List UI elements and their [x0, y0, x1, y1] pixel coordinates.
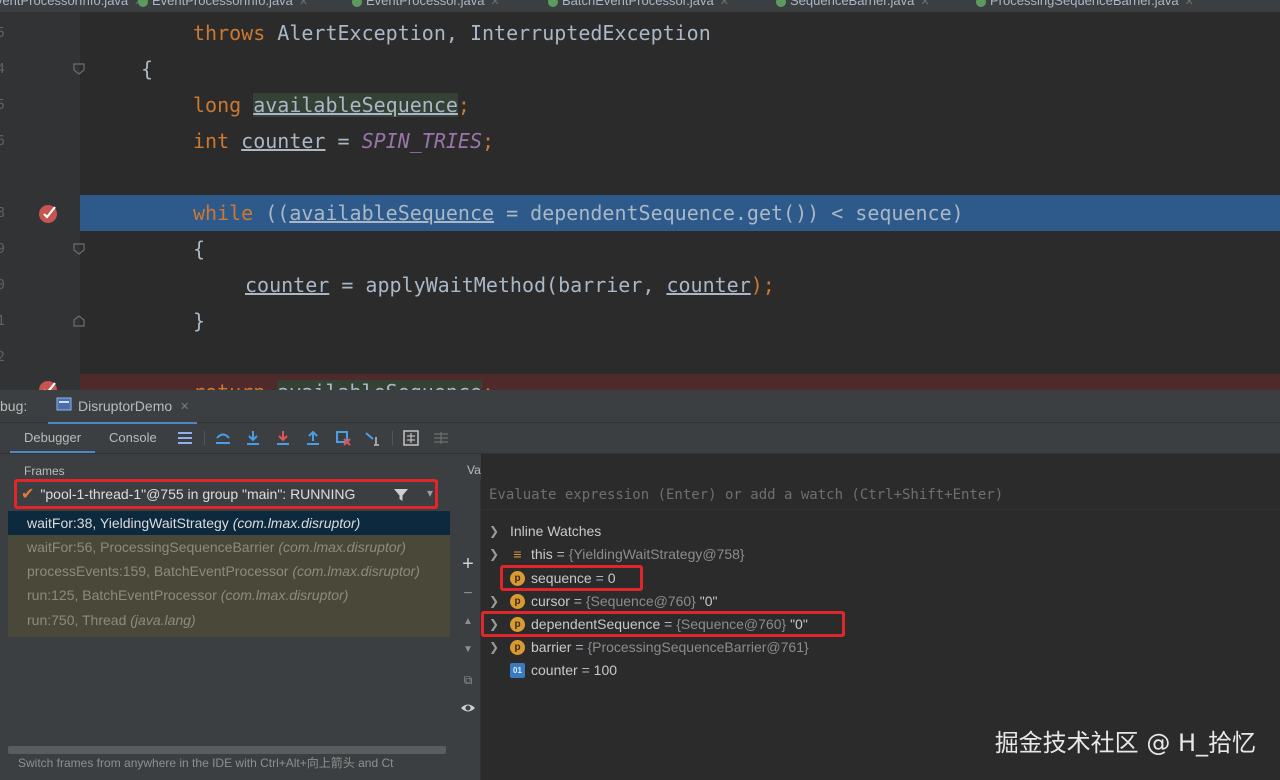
move-up-icon[interactable]: ▲ [460, 614, 476, 630]
copy-icon[interactable]: ⧉ [460, 672, 476, 688]
debugger-toolbar: Debugger Console [0, 423, 1280, 454]
line-number: 1 [0, 314, 5, 329]
horizontal-scrollbar[interactable] [8, 746, 446, 754]
code-line[interactable]: } [80, 303, 1280, 339]
move-down-icon[interactable]: ▼ [460, 642, 476, 658]
local-variable-icon: 01 [510, 663, 525, 678]
watermark: 掘金技术社区 @ H_拾忆 [994, 729, 1256, 757]
parameter-icon: p [510, 640, 525, 655]
line-number: 9 [0, 242, 5, 257]
editor-gutter[interactable]: 5 4 5 6 8 9 0 1 2 [0, 12, 85, 390]
toolbar-separator [204, 431, 205, 445]
editor-tab[interactable]: SequenceBarrier.java ✕ [776, 0, 930, 8]
java-file-icon [138, 0, 148, 7]
line-number: 8 [0, 206, 5, 221]
line-number: 4 [0, 62, 5, 77]
checkmark-icon: ✔ [21, 486, 35, 503]
chevron-right-icon[interactable]: ❯ [489, 636, 499, 659]
current-execution-line[interactable]: while ((availableSequence = dependentSeq… [80, 195, 1280, 231]
remove-watch-icon[interactable]: − [460, 586, 476, 602]
chevron-right-icon[interactable]: ❯ [489, 590, 499, 613]
status-hint: Switch frames from anywhere in the IDE w… [18, 756, 394, 770]
frame-item[interactable]: processEvents:159, BatchEventProcessor (… [8, 559, 450, 583]
evaluate-expression-icon[interactable] [402, 429, 420, 447]
breakpoint-icon[interactable] [38, 202, 60, 224]
variable-row[interactable]: ❯ p barrier = {ProcessingSequenceBarrier… [481, 636, 1181, 659]
step-over-icon[interactable] [244, 429, 262, 447]
breakpoint-line[interactable]: return availableSequence; [80, 374, 1280, 390]
line-number: 2 [0, 350, 5, 365]
java-file-icon [976, 0, 986, 7]
annotation-box [500, 565, 643, 591]
frame-list: waitFor:38, YieldingWaitStrategy (com.lm… [8, 511, 450, 637]
show-execution-point-icon[interactable] [214, 429, 232, 447]
list-icon: ≡ [513, 546, 522, 562]
line-number: 5 [0, 26, 5, 41]
filter-icon[interactable] [393, 487, 409, 508]
close-icon[interactable]: ✕ [720, 0, 729, 8]
code-line[interactable]: { [80, 231, 1280, 267]
close-icon[interactable]: ✕ [1185, 0, 1194, 8]
tab-console[interactable]: Console [95, 423, 171, 453]
close-icon[interactable]: ✕ [491, 0, 500, 8]
frames-header: Frames [24, 464, 65, 478]
run-config-icon [56, 397, 72, 416]
variable-row[interactable]: 01 counter = 100 [481, 659, 1181, 682]
frame-item[interactable]: run:125, BatchEventProcessor (com.lmax.d… [8, 583, 450, 607]
editor-tab-bar: BatchEventProcessorInfo.java✕ EventProce… [0, 0, 1280, 12]
editor-tab[interactable]: EventProcessor.java ✕ [352, 0, 500, 8]
debug-title-bar: bug: DisruptorDemo ✕ [0, 390, 1280, 424]
frames-panel: Frames ✔ "pool-1-thread-1"@755 in group … [0, 454, 457, 780]
frame-item[interactable]: waitFor:56, ProcessingSequenceBarrier (c… [8, 535, 450, 559]
code-line[interactable]: { [80, 51, 1280, 87]
breakpoint-icon[interactable] [38, 378, 60, 390]
line-number: 0 [0, 278, 5, 293]
code-line[interactable]: int counter = SPIN_TRIES; [80, 123, 1280, 159]
editor-tab[interactable]: BatchEventProcessorInfo.java✕ [0, 0, 143, 8]
layout-menu-icon[interactable] [176, 429, 194, 447]
chevron-right-icon[interactable]: ❯ [489, 543, 499, 566]
line-number: 5 [0, 98, 5, 113]
run-config-tab[interactable]: DisruptorDemo ✕ [48, 390, 198, 424]
editor-tab[interactable]: BatchEventProcessor.java ✕ [548, 0, 729, 8]
close-icon[interactable]: ✕ [180, 400, 189, 413]
annotation-box [481, 611, 845, 637]
chevron-right-icon[interactable]: ❯ [489, 520, 499, 543]
line-number: 6 [0, 134, 5, 149]
code-line[interactable]: long availableSequence; [80, 87, 1280, 123]
variable-row[interactable]: ❯ p cursor = {Sequence@760} "0" [481, 590, 1181, 613]
evaluate-expression-input[interactable] [481, 480, 1280, 510]
parameter-icon: p [510, 594, 525, 609]
drop-frame-icon[interactable] [334, 429, 352, 447]
frame-item[interactable]: run:750, Thread (java.lang) [8, 608, 450, 632]
debug-label: bug: [0, 398, 28, 414]
tab-debugger[interactable]: Debugger [10, 423, 96, 453]
trace-icon[interactable] [432, 429, 450, 447]
close-icon[interactable]: ✕ [299, 0, 308, 8]
toolbar-separator [392, 431, 393, 445]
step-out-icon[interactable] [304, 429, 322, 447]
add-watch-icon[interactable]: + [460, 554, 476, 574]
editor-tab[interactable]: EventProcessorInfo.java ✕ [138, 0, 308, 8]
close-icon[interactable]: ✕ [920, 0, 929, 8]
variable-row[interactable]: ❯ ≡ this = {YieldingWaitStrategy@758} [481, 543, 1181, 566]
frame-item[interactable]: waitFor:38, YieldingWaitStrategy (com.lm… [8, 511, 450, 535]
java-file-icon [776, 0, 786, 7]
variables-side-toolbar: + − ▲ ▼ ⧉ [456, 454, 481, 780]
run-to-cursor-icon[interactable] [364, 429, 382, 447]
java-file-icon [548, 0, 558, 7]
chevron-down-icon[interactable]: ▾ [427, 486, 433, 500]
variable-row[interactable]: ❯ Inline Watches [481, 520, 1181, 543]
code-line[interactable]: throws AlertException, InterruptedExcept… [80, 15, 1280, 51]
editor-tab[interactable]: ProcessingSequenceBarrier.java ✕ [976, 0, 1194, 8]
eye-icon[interactable] [460, 700, 476, 716]
thread-selector[interactable]: ✔ "pool-1-thread-1"@755 in group "main":… [14, 479, 438, 509]
force-step-into-icon[interactable] [274, 429, 292, 447]
debug-tool-window: bug: DisruptorDemo ✕ Debugger Console Fr… [0, 390, 1280, 780]
code-line[interactable]: counter = applyWaitMethod(barrier, count… [80, 267, 1280, 303]
code-editor[interactable]: 5 4 5 6 8 9 0 1 2 throws AlertException,… [0, 12, 1280, 390]
java-file-icon [352, 0, 362, 7]
